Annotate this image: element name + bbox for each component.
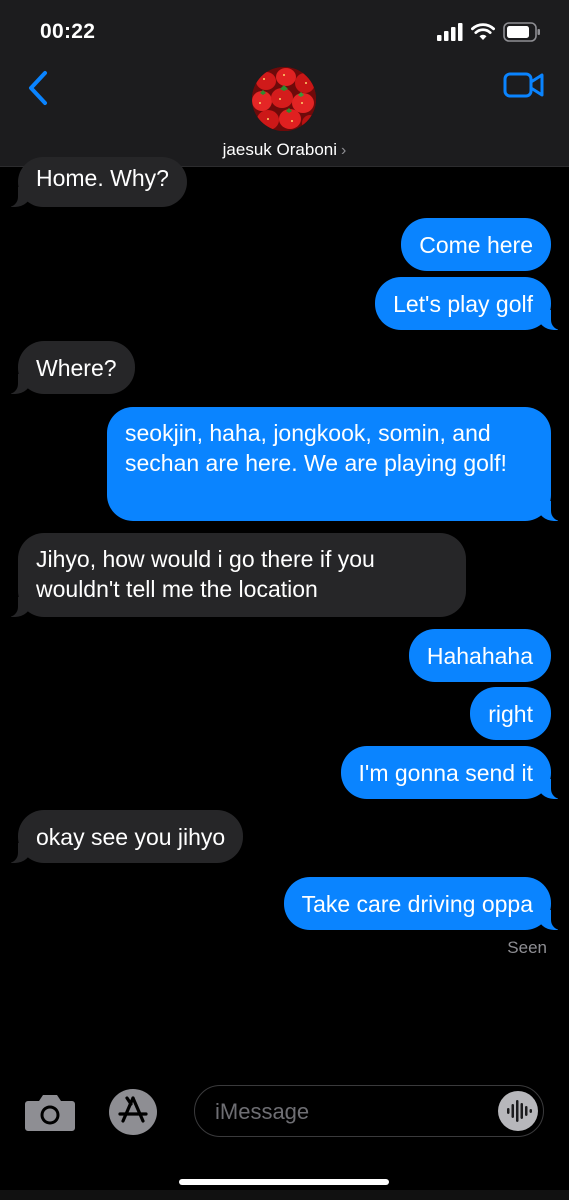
waveform-icon <box>507 1100 532 1122</box>
app-store-icon <box>109 1089 157 1135</box>
read-receipt: Seen <box>507 938 547 957</box>
message-bubble-sent[interactable]: Take care driving oppa <box>283 877 562 930</box>
app-store-button[interactable] <box>106 1087 160 1137</box>
message-bubble-sent[interactable]: Let's play golf <box>375 277 561 330</box>
app-drawer-strip <box>0 1190 569 1200</box>
conversation-header: 00:22 jaesuk Oraboni › <box>0 0 569 167</box>
chevron-right-icon: › <box>341 142 347 159</box>
message-text: Hahahaha <box>426 643 533 669</box>
audio-message-button[interactable] <box>498 1091 538 1131</box>
wifi-icon <box>471 23 495 40</box>
message-composer[interactable] <box>194 1085 544 1137</box>
home-indicator[interactable] <box>179 1179 389 1185</box>
message-text: I'm gonna send it <box>358 760 533 786</box>
message-text: Come here <box>419 232 533 258</box>
message-text: Jihyo, how would i go there if you would… <box>36 546 375 602</box>
camera-icon <box>25 1095 75 1131</box>
camera-button[interactable] <box>24 1092 76 1132</box>
contact-name: jaesuk Oraboni <box>222 140 337 159</box>
chevron-left-icon <box>29 71 47 105</box>
message-bubble-received[interactable]: Where? <box>8 341 135 394</box>
message-bubble-sent[interactable]: I'm gonna send it <box>340 746 562 799</box>
battery-icon <box>503 22 540 42</box>
message-text: Take care driving oppa <box>301 891 533 917</box>
message-bubble-sent[interactable]: Hahahaha <box>408 629 551 682</box>
message-bubble-received[interactable]: Jihyo, how would i go there if you would… <box>8 533 466 617</box>
status-icons <box>437 22 541 42</box>
message-bubble-sent[interactable]: right <box>470 687 551 740</box>
strawberry-photo <box>252 67 316 131</box>
message-text: Let's play golf <box>393 291 533 317</box>
cellular-signal-icon <box>437 23 463 41</box>
back-button[interactable] <box>18 66 58 110</box>
message-bubble-sent[interactable]: seokjin, haha, jongkook, somin, and sech… <box>107 407 561 521</box>
message-bubble-sent[interactable]: Come here <box>401 218 551 271</box>
video-camera-icon <box>503 72 544 98</box>
message-text: seokjin, haha, jongkook, somin, and sech… <box>125 420 507 476</box>
message-text: Where? <box>36 355 117 381</box>
message-text: Home. Why? <box>36 165 169 191</box>
message-thread[interactable]: Home. Why? Come here Let's play golf Whe… <box>0 157 569 1067</box>
contact-avatar[interactable] <box>252 67 316 131</box>
message-bubble-received[interactable]: okay see you jihyo <box>7 810 244 863</box>
message-text: right <box>488 701 533 727</box>
status-time: 00:22 <box>40 20 96 43</box>
message-bubble-received[interactable]: Home. Why? <box>8 157 187 207</box>
message-text: okay see you jihyo <box>36 824 226 850</box>
facetime-video-button[interactable] <box>503 68 545 102</box>
message-input[interactable] <box>213 1096 487 1128</box>
